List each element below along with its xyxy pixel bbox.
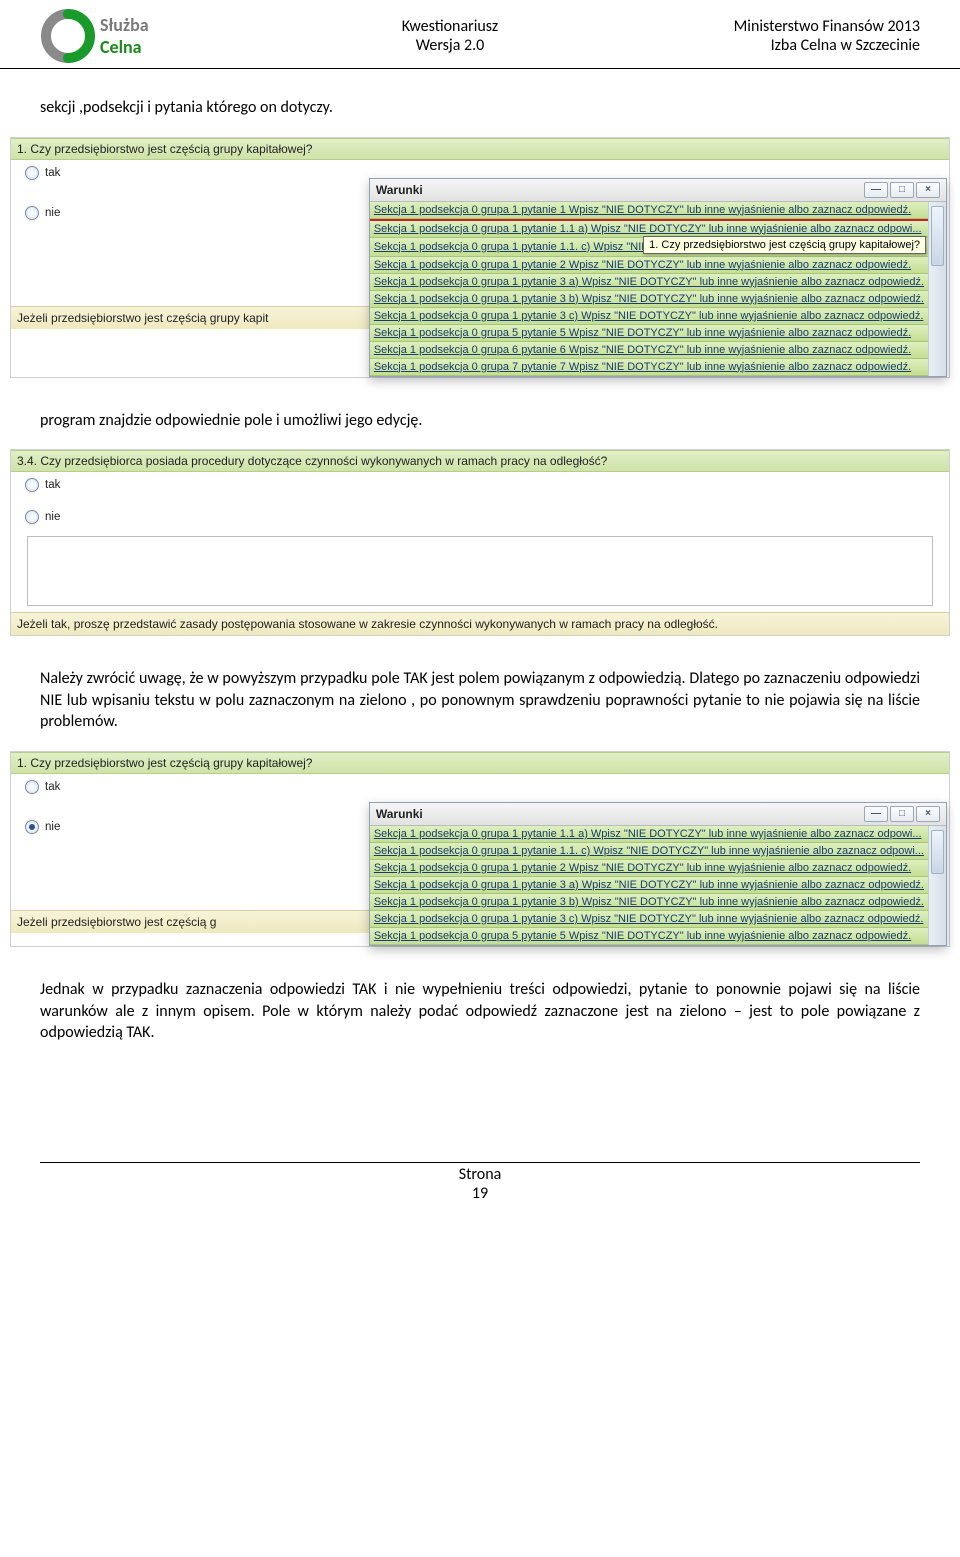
paragraph-1: sekcji ,podsekcji i pytania którego on d… (0, 97, 960, 119)
header-right-1: Ministerstwo Finansów 2013 (660, 17, 920, 36)
answer-textarea[interactable] (27, 536, 933, 606)
page-footer: Strona 19 (0, 1154, 960, 1227)
logo-icon (40, 8, 96, 64)
scrollbar[interactable] (928, 826, 946, 945)
popup-title-text: Warunki (376, 183, 423, 197)
minimize-button[interactable]: — (864, 806, 888, 822)
warunki-row[interactable]: Sekcja 1 podsekcja 0 grupa 1 pytanie 3 c… (370, 911, 928, 928)
instruction-row: Jeżeli tak, proszę przedstawić zasady po… (11, 612, 949, 635)
close-button[interactable]: × (916, 182, 940, 198)
warunki-row[interactable]: Sekcja 1 podsekcja 0 grupa 1 pytanie 3 a… (370, 877, 928, 894)
warunki-row[interactable]: Sekcja 1 podsekcja 0 grupa 1 pytanie 1.1… (370, 826, 928, 843)
screenshot-2: 3.4. Czy przedsiębiorca posiada procedur… (10, 449, 950, 636)
radio-tak-label: tak (45, 479, 60, 491)
warunki-row[interactable]: Sekcja 1 podsekcja 0 grupa 7 pytanie 7 W… (370, 359, 928, 376)
paragraph-2: program znajdzie odpowiednie pole i umoż… (0, 410, 960, 432)
warunki-row[interactable]: Sekcja 1 podsekcja 0 grupa 1 pytanie 3 b… (370, 291, 928, 308)
warunki-row[interactable]: Sekcja 1 podsekcja 0 grupa 1 pytanie 3 c… (370, 308, 928, 325)
logo-text-2: Celna (100, 36, 149, 58)
page-header: Służba Celna Kwestionariusz Wersja 2.0 M… (0, 0, 960, 69)
radio-tak[interactable] (25, 780, 39, 794)
warunki-row[interactable]: Sekcja 1 podsekcja 0 grupa 5 pytanie 5 W… (370, 325, 928, 342)
minimize-button[interactable]: — (864, 182, 888, 198)
scrollbar-thumb[interactable] (931, 830, 944, 874)
radio-nie[interactable] (25, 820, 39, 834)
tooltip: 1. Czy przedsiębiorstwo jest częścią gru… (643, 236, 926, 254)
screenshot-3: 1. Czy przedsiębiorstwo jest częścią gru… (10, 751, 950, 947)
logo-block: Służba Celna (40, 8, 240, 64)
instruction-row: Jeżeli przedsiębiorstwo jest częścią g (11, 910, 369, 933)
radio-tak[interactable] (25, 478, 39, 492)
warunki-row[interactable]: Sekcja 1 podsekcja 0 grupa 5 pytanie 5 W… (370, 928, 928, 945)
header-center-2: Wersja 2.0 (240, 36, 660, 55)
header-center-1: Kwestionariusz (240, 17, 660, 36)
maximize-button[interactable]: □ (890, 806, 914, 822)
question-row: 1. Czy przedsiębiorstwo jest częścią gru… (11, 138, 949, 160)
scrollbar[interactable] (928, 202, 946, 376)
warunki-row[interactable]: Sekcja 1 podsekcja 0 grupa 1 pytanie 1.1… (370, 843, 928, 860)
radio-nie-label: nie (45, 207, 60, 219)
instruction-row: Jeżeli przedsiębiorstwo jest częścią gru… (11, 306, 369, 329)
paragraph-4: Jednak w przypadku zaznaczenia odpowiedz… (0, 979, 960, 1044)
logo-text-1: Służba (100, 14, 149, 36)
radio-nie-label: nie (45, 511, 60, 523)
header-right-2: Izba Celna w Szczecinie (660, 36, 920, 55)
radio-nie[interactable] (25, 206, 39, 220)
warunki-row[interactable]: Sekcja 1 podsekcja 0 grupa 6 pytanie 6 W… (370, 342, 928, 359)
radio-tak-label: tak (45, 167, 60, 179)
question-row: 3.4. Czy przedsiębiorca posiada procedur… (11, 450, 949, 472)
warunki-row[interactable]: Sekcja 1 podsekcja 0 grupa 1 pytanie 3 b… (370, 894, 928, 911)
warunki-popup: Warunki — □ × Sekcja 1 podsekcja 0 grupa… (369, 178, 947, 377)
warunki-popup: Warunki — □ × Sekcja 1 podsekcja 0 grupa… (369, 802, 947, 946)
popup-title-text: Warunki (376, 807, 423, 821)
warunki-row[interactable]: Sekcja 1 podsekcja 0 grupa 1 pytanie 1 W… (370, 202, 928, 219)
warunki-row[interactable]: Sekcja 1 podsekcja 0 grupa 1 pytanie 3 a… (370, 274, 928, 291)
warunki-row[interactable]: Sekcja 1 podsekcja 0 grupa 1 pytanie 2 W… (370, 860, 928, 877)
maximize-button[interactable]: □ (890, 182, 914, 198)
close-button[interactable]: × (916, 806, 940, 822)
screenshot-1: 1. Czy przedsiębiorstwo jest częścią gru… (10, 137, 950, 378)
warunki-row[interactable]: Sekcja 1 podsekcja 0 grupa 1 pytanie 2 W… (370, 257, 928, 274)
question-row: 1. Czy przedsiębiorstwo jest częścią gru… (11, 752, 949, 774)
radio-tak-label: tak (45, 781, 60, 793)
radio-tak[interactable] (25, 166, 39, 180)
radio-nie-label: nie (45, 821, 60, 833)
scrollbar-thumb[interactable] (931, 206, 944, 266)
paragraph-3: Należy zwrócić uwagę, że w powyższym prz… (0, 668, 960, 733)
footer-label: Strona (40, 1165, 920, 1184)
footer-page-number: 19 (40, 1184, 920, 1203)
radio-nie[interactable] (25, 510, 39, 524)
